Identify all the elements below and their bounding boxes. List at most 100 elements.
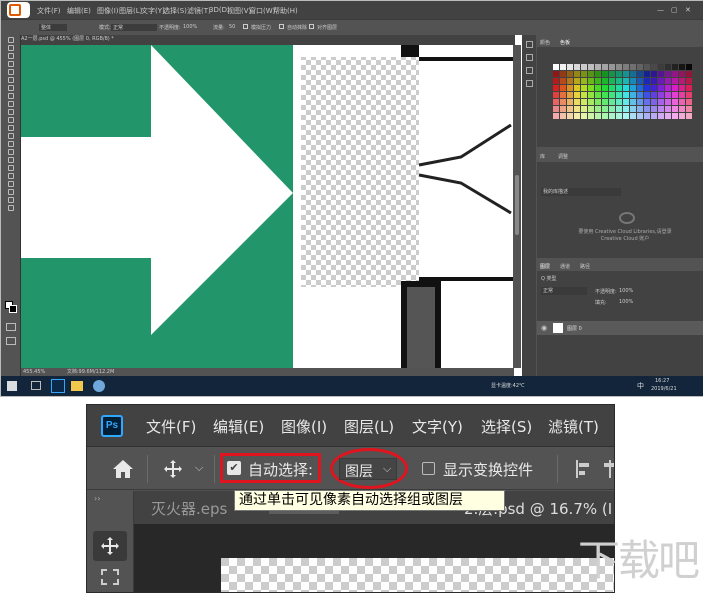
color-swatch[interactable] bbox=[588, 71, 594, 77]
color-swatch[interactable] bbox=[588, 64, 594, 70]
color-swatch[interactable] bbox=[581, 113, 587, 119]
color-swatch[interactable] bbox=[665, 64, 671, 70]
photoshop-taskbar-icon[interactable] bbox=[51, 379, 65, 393]
color-swatch[interactable] bbox=[679, 85, 685, 91]
color-swatch[interactable] bbox=[630, 85, 636, 91]
color-swatch[interactable] bbox=[686, 92, 692, 98]
ps-logo-icon[interactable]: Ps bbox=[101, 415, 123, 437]
color-swatch[interactable] bbox=[581, 71, 587, 77]
color-swatch[interactable] bbox=[553, 78, 559, 84]
color-swatch[interactable] bbox=[595, 64, 601, 70]
color-swatch[interactable] bbox=[651, 113, 657, 119]
blur-tool-icon[interactable] bbox=[7, 141, 14, 147]
color-swatch[interactable] bbox=[553, 64, 559, 70]
color-swatch[interactable] bbox=[623, 99, 629, 105]
color-swatch[interactable] bbox=[602, 106, 608, 112]
paragraph-panel-icon[interactable] bbox=[525, 80, 533, 87]
lasso-tool-icon[interactable] bbox=[7, 53, 14, 59]
shape-tool-icon[interactable] bbox=[7, 181, 14, 187]
library-dropdown[interactable]: 我的库描述 bbox=[541, 188, 621, 196]
eyedropper-icon[interactable] bbox=[7, 85, 14, 91]
close-icon[interactable]: ✕ bbox=[685, 6, 691, 14]
color-swatch[interactable] bbox=[581, 99, 587, 105]
align-left-icon[interactable] bbox=[575, 459, 593, 479]
color-swatch[interactable] bbox=[630, 64, 636, 70]
color-swatch[interactable] bbox=[630, 78, 636, 84]
color-swatch[interactable] bbox=[595, 99, 601, 105]
color-swatch[interactable] bbox=[567, 64, 573, 70]
color-swatch[interactable] bbox=[651, 92, 657, 98]
color-swatch[interactable] bbox=[560, 113, 566, 119]
color-swatch[interactable] bbox=[588, 113, 594, 119]
color-swatch[interactable] bbox=[651, 106, 657, 112]
color-swatch[interactable] bbox=[630, 92, 636, 98]
color-swatch[interactable] bbox=[686, 106, 692, 112]
blend-mode-dropdown[interactable]: 正常 bbox=[541, 287, 587, 295]
color-swatch[interactable] bbox=[679, 106, 685, 112]
color-swatch[interactable] bbox=[665, 113, 671, 119]
pen-tool-icon[interactable] bbox=[7, 157, 14, 163]
color-swatch[interactable] bbox=[637, 64, 643, 70]
color-swatch[interactable] bbox=[665, 71, 671, 77]
browser-icon[interactable] bbox=[93, 380, 105, 392]
color-swatch[interactable] bbox=[644, 64, 650, 70]
color-swatch[interactable] bbox=[602, 113, 608, 119]
doc-tab-small[interactable]: A2一层.psd @ 455% (图层 0, RGB/8) * bbox=[15, 35, 515, 45]
layer-opacity-value[interactable]: 100% bbox=[619, 288, 633, 294]
color-swatch[interactable] bbox=[553, 92, 559, 98]
color-swatch[interactable] bbox=[588, 85, 594, 91]
color-swatch[interactable] bbox=[609, 71, 615, 77]
chevron-down-icon[interactable]: ⌵ bbox=[195, 461, 203, 475]
color-swatch[interactable] bbox=[588, 106, 594, 112]
menu-file[interactable]: 文件(F) bbox=[37, 6, 61, 16]
zoom-readout[interactable]: 455.45% bbox=[23, 369, 45, 375]
color-swatch[interactable] bbox=[658, 71, 664, 77]
color-swatch[interactable] bbox=[623, 113, 629, 119]
eraser-tool-icon[interactable] bbox=[7, 125, 14, 131]
healing-brush-icon[interactable] bbox=[7, 93, 14, 99]
history-panel-icon[interactable] bbox=[525, 41, 533, 48]
vertical-scrollbar[interactable] bbox=[513, 45, 521, 368]
color-swatch[interactable] bbox=[658, 99, 664, 105]
menu-filter[interactable]: 滤镜(T) bbox=[187, 6, 211, 16]
color-swatch[interactable] bbox=[567, 85, 573, 91]
move-tool-icon[interactable] bbox=[163, 459, 183, 479]
color-swatch[interactable] bbox=[623, 92, 629, 98]
color-swatch[interactable] bbox=[567, 71, 573, 77]
color-swatch[interactable] bbox=[588, 99, 594, 105]
color-swatch[interactable] bbox=[651, 64, 657, 70]
path-select-icon[interactable] bbox=[7, 173, 14, 179]
tab-paths[interactable]: 路径 bbox=[580, 263, 590, 270]
color-swatch[interactable] bbox=[574, 99, 580, 105]
color-swatch[interactable] bbox=[602, 64, 608, 70]
menu-layer[interactable]: 图层(L) bbox=[344, 416, 394, 437]
menu-help[interactable]: 帮助(H) bbox=[273, 6, 298, 16]
color-swatch[interactable] bbox=[644, 92, 650, 98]
color-swatch[interactable] bbox=[581, 106, 587, 112]
color-swatch[interactable] bbox=[560, 92, 566, 98]
color-swatch[interactable] bbox=[686, 85, 692, 91]
menu-edit[interactable]: 编辑(E) bbox=[213, 416, 264, 437]
color-swatch[interactable] bbox=[602, 85, 608, 91]
color-swatch[interactable] bbox=[574, 85, 580, 91]
windows-start-icon[interactable] bbox=[7, 381, 17, 391]
color-swatch[interactable] bbox=[623, 85, 629, 91]
color-swatch[interactable] bbox=[672, 78, 678, 84]
color-swatch[interactable] bbox=[637, 92, 643, 98]
auto-select-checkbox[interactable]: ✔ bbox=[227, 461, 241, 475]
color-swatch[interactable] bbox=[672, 92, 678, 98]
tab-libraries[interactable]: 库 bbox=[540, 153, 545, 160]
color-swatch[interactable] bbox=[672, 106, 678, 112]
canvas-area[interactable] bbox=[134, 524, 614, 592]
layer-fill-value[interactable]: 100% bbox=[619, 299, 633, 305]
opacity-value[interactable]: 100% bbox=[183, 24, 197, 30]
menu-type[interactable]: 文字(Y) bbox=[412, 416, 463, 437]
color-swatch[interactable] bbox=[686, 71, 692, 77]
tab-swatches[interactable]: 色板 bbox=[560, 39, 570, 46]
scroll-thumb[interactable] bbox=[515, 175, 519, 235]
color-swatch[interactable] bbox=[553, 113, 559, 119]
menu-edit[interactable]: 编辑(E) bbox=[67, 6, 91, 16]
move-tool-icon[interactable] bbox=[7, 37, 14, 43]
color-swatch[interactable] bbox=[651, 78, 657, 84]
tab-channels[interactable]: 通道 bbox=[560, 263, 570, 270]
